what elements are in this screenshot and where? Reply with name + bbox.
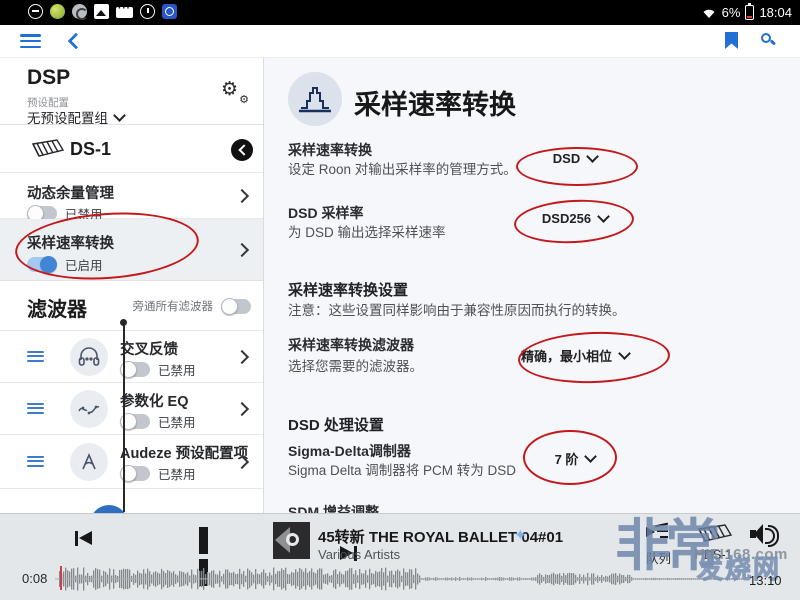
- alarm-icon: [140, 4, 155, 19]
- device-name: DS-1: [70, 139, 111, 160]
- elapsed-time: 0:08: [22, 571, 47, 586]
- page-title: 采样速率转换: [354, 83, 516, 122]
- setting-desc: 选择您需要的滤波器。: [288, 355, 423, 375]
- filters-header: 滤波器 旁通所有滤波器: [0, 281, 263, 331]
- previous-track-icon[interactable]: [75, 531, 95, 546]
- player-bar: 45转新 THE ROYAL BALLET 04#01 Various Arti…: [0, 513, 800, 600]
- section-title: DSD 处理设置: [288, 414, 384, 435]
- battery-icon: [745, 5, 754, 20]
- sidebar-item-headroom[interactable]: 动态余量管理 已禁用: [0, 173, 263, 219]
- roon-dsp-screen: 6% 18:04 DSP ⚙⚙ 预设配置 无预设配置组: [0, 0, 800, 600]
- total-time: 13:10: [749, 573, 782, 588]
- setting-desc: Sigma Delta 调制器将 PCM 转为 DSD: [288, 459, 516, 479]
- chevron-down-icon: [618, 347, 631, 360]
- add-filter-icon[interactable]: +: [90, 505, 128, 513]
- setting-desc: 设定 Roon 对输出采样率的管理方式。: [288, 158, 517, 178]
- section-note: 注意：这些设置同样影响由于兼容性原因而执行的转换。: [288, 299, 626, 319]
- setting-label: 采样速率转换: [288, 140, 372, 160]
- chevron-down-icon: [586, 150, 599, 163]
- section-title: 采样速率转换设置: [288, 279, 408, 300]
- notification-icons: [28, 4, 177, 19]
- device-row[interactable]: DS-1: [0, 126, 263, 173]
- queue-icon[interactable]: [646, 524, 668, 541]
- parametric-eq-toggle[interactable]: [120, 414, 150, 429]
- dac-device-icon: [25, 138, 65, 162]
- chevron-right-icon: [235, 401, 249, 415]
- bypass-label: 旁通所有滤波器: [133, 298, 214, 314]
- headphones-icon: [70, 338, 108, 376]
- audeze-logo-icon: [70, 443, 108, 481]
- collapse-panel-icon[interactable]: [231, 139, 253, 161]
- setting-label: Sigma-Delta调制器: [288, 441, 411, 461]
- audeze-toggle[interactable]: [120, 466, 150, 481]
- sdm-order-dropdown[interactable]: 7 阶: [495, 449, 655, 468]
- keyboard-icon: [116, 7, 133, 18]
- app-gray-icon: [72, 4, 87, 19]
- clock-time: 18:04: [759, 5, 792, 20]
- clock-app-icon: [162, 4, 177, 19]
- seek-waveform[interactable]: [55, 566, 745, 592]
- src-filter-dropdown[interactable]: 精确，最小相位: [495, 346, 655, 365]
- album-art[interactable]: [273, 522, 310, 559]
- add-filter-row[interactable]: + 添加滤波器: [0, 488, 263, 513]
- screenshot-icon: [94, 4, 109, 19]
- volume-icon[interactable]: [750, 524, 776, 544]
- queue-label[interactable]: 队列: [646, 548, 671, 567]
- chevron-right-icon: [235, 349, 249, 363]
- dsp-header: DSP ⚙⚙ 预设配置 无预设配置组: [0, 58, 263, 125]
- bypass-all-toggle[interactable]: [221, 299, 251, 314]
- app-green-icon: [50, 4, 65, 19]
- chevron-down-icon: [597, 210, 610, 223]
- signal-path-star-icon[interactable]: ✦: [514, 526, 527, 544]
- dsp-sidebar: DSP ⚙⚙ 预设配置 无预设配置组 DS-1 动态余量管理: [0, 58, 264, 513]
- setting-label: DSD 采样率: [288, 203, 363, 223]
- pause-icon[interactable]: [199, 527, 230, 554]
- drag-handle-icon[interactable]: [27, 403, 44, 415]
- chevron-right-icon: [235, 242, 249, 256]
- chevron-right-icon: [235, 188, 249, 202]
- wifi-icon: [701, 6, 717, 20]
- filters-title: 滤波器: [27, 293, 87, 322]
- drag-handle-icon[interactable]: [27, 351, 44, 363]
- playhead-marker[interactable]: [60, 566, 62, 590]
- do-not-disturb-icon: [28, 4, 43, 19]
- battery-percent: 6%: [722, 5, 741, 20]
- conversion-mode-dropdown[interactable]: DSD: [495, 151, 655, 166]
- eq-curve-icon: [70, 390, 108, 428]
- search-icon[interactable]: [760, 32, 778, 50]
- setting-label: 采样速率转换滤波器: [288, 335, 414, 355]
- output-device-label[interactable]: DS-1: [704, 548, 732, 562]
- chevron-down-icon: [585, 450, 598, 463]
- sample-rate-toggle[interactable]: [27, 257, 57, 272]
- dsp-title: DSP: [27, 66, 70, 90]
- dsd-rate-dropdown[interactable]: DSD256: [495, 211, 655, 226]
- preset-dropdown[interactable]: 无预设配置组: [27, 107, 124, 127]
- gear-icon[interactable]: ⚙⚙: [221, 80, 249, 104]
- crossfeed-toggle[interactable]: [120, 362, 150, 377]
- track-artist[interactable]: Various Artists: [318, 547, 400, 562]
- sample-rate-curve-icon: [288, 72, 342, 126]
- app-toolbar: [0, 25, 800, 58]
- hamburger-menu-icon[interactable]: [20, 34, 41, 49]
- filter-item-audeze-presets[interactable]: Audeze 预设配置项 已禁用: [0, 434, 263, 488]
- filter-item-crossfeed[interactable]: 交叉反馈 已禁用: [0, 330, 263, 382]
- back-arrow-icon[interactable]: [66, 33, 82, 49]
- sdm-gain-label: SDM 增益调整: [288, 502, 379, 513]
- status-indicators: 6% 18:04: [701, 0, 792, 25]
- bookmark-icon[interactable]: [725, 32, 738, 49]
- album-art-ring: [286, 533, 299, 546]
- drag-handle-icon[interactable]: [27, 456, 44, 468]
- sample-rate-state: 已启用: [65, 255, 103, 274]
- sidebar-item-sample-rate-conversion[interactable]: 采样速率转换 已启用: [0, 219, 263, 281]
- filter-item-parametric-eq[interactable]: 参数化 EQ 已禁用: [0, 382, 263, 434]
- sample-rate-conversion-panel: 采样速率转换 采样速率转换 设定 Roon 对输出采样率的管理方式。 DSD D…: [264, 58, 800, 513]
- chevron-down-icon: [113, 109, 126, 122]
- android-status-bar: 6% 18:04: [0, 0, 800, 25]
- setting-desc: 为 DSD 输出选择采样速率: [288, 221, 446, 241]
